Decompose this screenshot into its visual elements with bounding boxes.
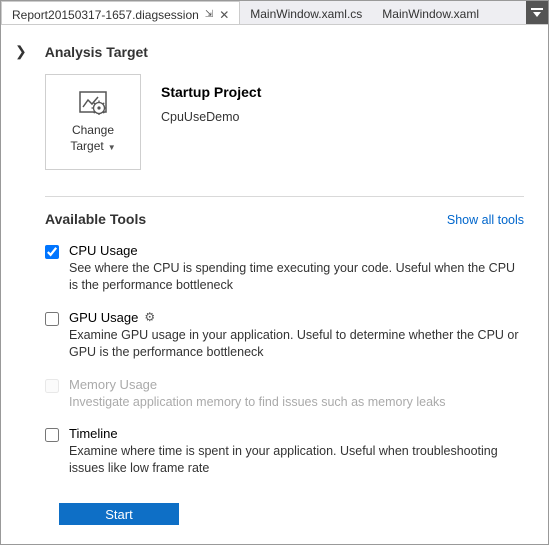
close-icon[interactable]: ✕: [219, 8, 229, 22]
diagnostics-panel: ❯ Analysis Target Change Target▼: [1, 25, 548, 535]
section-expander[interactable]: ❯: [11, 43, 31, 60]
tool-checkbox-cpu[interactable]: [45, 245, 59, 259]
tab-overflow-menu[interactable]: [526, 1, 548, 24]
tool-desc: Examine where time is spent in your appl…: [69, 443, 524, 477]
tab-label: Report20150317-1657.diagsession: [12, 8, 199, 22]
tool-desc: Examine GPU usage in your application. U…: [69, 327, 524, 361]
chevron-down-icon: ▼: [108, 143, 116, 152]
change-target-label-2: Target▼: [70, 139, 115, 153]
tool-name: CPU Usage: [69, 243, 138, 258]
tool-timeline: Timeline Examine where time is spent in …: [45, 426, 524, 477]
available-tools-heading: Available Tools: [45, 211, 146, 227]
startup-project-heading: Startup Project: [161, 84, 261, 100]
project-name-label: CpuUseDemo: [161, 110, 261, 124]
analysis-target-heading: Analysis Target: [45, 44, 148, 60]
change-target-button[interactable]: Change Target▼: [45, 74, 141, 170]
tab-label: MainWindow.xaml.cs: [250, 7, 362, 21]
show-all-tools-link[interactable]: Show all tools: [447, 213, 524, 227]
tab-mainwindow-cs[interactable]: MainWindow.xaml.cs: [240, 1, 372, 24]
tool-desc: Investigate application memory to find i…: [69, 394, 524, 411]
tab-diagsession[interactable]: Report20150317-1657.diagsession ⇲ ✕: [1, 1, 240, 24]
gear-icon[interactable]: ⚙: [144, 310, 155, 324]
pin-icon[interactable]: ⇲: [205, 9, 213, 20]
tool-checkbox-gpu[interactable]: [45, 312, 59, 326]
tool-name: Memory Usage: [69, 377, 157, 392]
tool-cpu-usage: CPU Usage See where the CPU is spending …: [45, 243, 524, 294]
tab-label: MainWindow.xaml: [382, 7, 479, 21]
tool-gpu-usage: GPU Usage ⚙ Examine GPU usage in your ap…: [45, 310, 524, 361]
overflow-icon: [531, 8, 543, 18]
tool-memory-usage: Memory Usage Investigate application mem…: [45, 377, 524, 411]
start-button[interactable]: Start: [59, 503, 179, 525]
tool-checkbox-timeline[interactable]: [45, 428, 59, 442]
tool-checkbox-memory: [45, 379, 59, 393]
tool-name: Timeline: [69, 426, 118, 441]
target-icon: [79, 91, 107, 115]
tab-mainwindow-xaml[interactable]: MainWindow.xaml: [372, 1, 489, 24]
target-info: Startup Project CpuUseDemo: [161, 74, 261, 170]
tool-desc: See where the CPU is spending time execu…: [69, 260, 524, 294]
section-divider: [45, 196, 524, 197]
tool-name: GPU Usage: [69, 310, 138, 325]
change-target-label-1: Change: [72, 123, 114, 137]
tab-bar: Report20150317-1657.diagsession ⇲ ✕ Main…: [1, 1, 548, 25]
